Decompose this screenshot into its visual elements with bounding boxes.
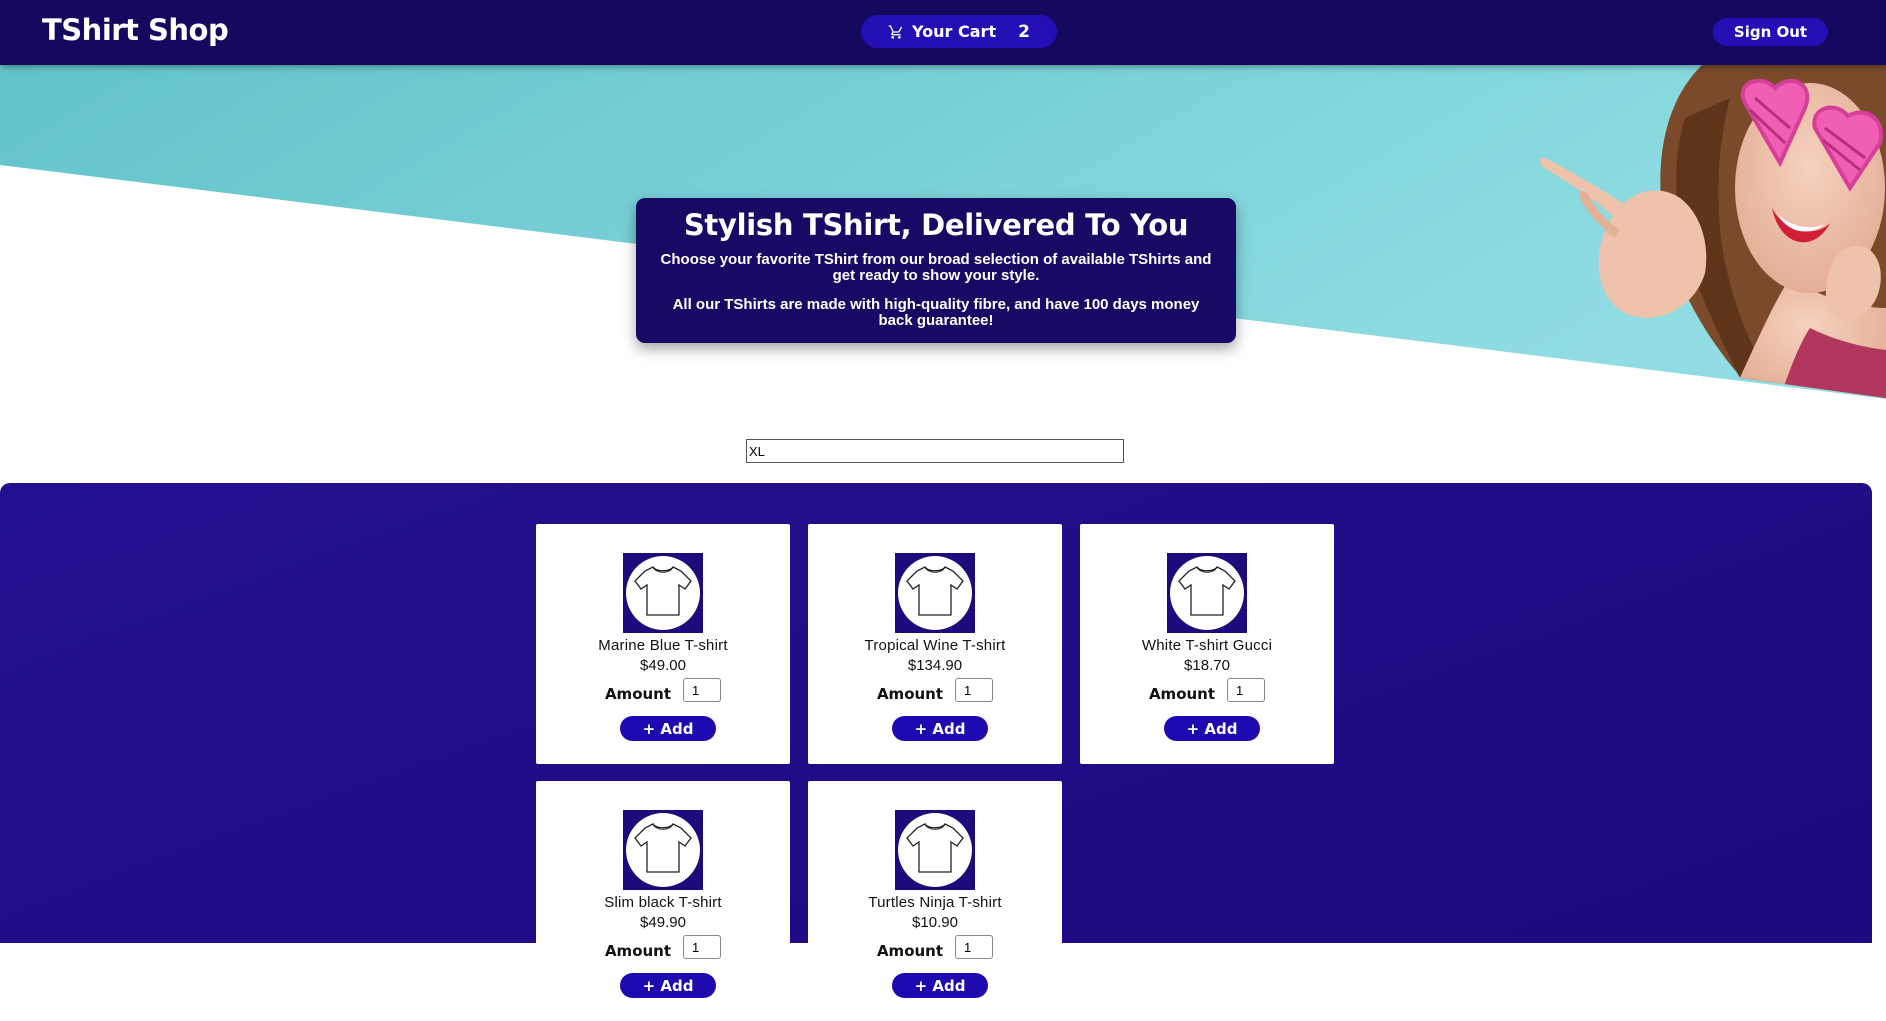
tshirt-thumbnail-icon (1167, 553, 1247, 633)
amount-label: Amount (876, 942, 944, 960)
tshirt-thumbnail-icon (895, 553, 975, 633)
product-card: Slim black T-shirt $49.90 Amount + Add (536, 781, 790, 1021)
shopping-cart-icon (888, 24, 903, 39)
product-card: Tropical Wine T-shirt $134.90 Amount + A… (808, 524, 1062, 764)
product-card: Marine Blue T-shirt $49.00 Amount + Add (536, 524, 790, 764)
hero-title: Stylish TShirt, Delivered To You (683, 208, 1189, 242)
brand-logo-text[interactable]: TShirt Shop (42, 13, 229, 47)
product-price: $10.90 (912, 914, 958, 931)
tshirt-thumbnail-icon (623, 553, 703, 633)
add-to-cart-button[interactable]: + Add (1164, 716, 1260, 741)
amount-label: Amount (604, 942, 672, 960)
amount-row: Amount (536, 677, 790, 703)
product-name: Slim black T-shirt (604, 894, 722, 911)
product-name: Turtles Ninja T-shirt (868, 894, 1002, 911)
product-name: Marine Blue T-shirt (598, 637, 728, 654)
hero-message-card: Stylish TShirt, Delivered To You Choose … (636, 198, 1236, 343)
cart-label: Your Cart (912, 22, 997, 41)
size-filter-input[interactable] (746, 439, 1124, 463)
add-to-cart-button[interactable]: + Add (892, 716, 988, 741)
amount-label: Amount (876, 685, 944, 703)
cart-count-badge: 2 (1018, 21, 1030, 42)
tshirt-thumbnail-icon (895, 810, 975, 890)
amount-row: Amount (536, 934, 790, 960)
amount-input[interactable] (683, 935, 722, 959)
amount-row: Amount (1080, 677, 1334, 703)
product-card: Turtles Ninja T-shirt $10.90 Amount + Ad… (808, 781, 1062, 1021)
amount-label: Amount (604, 685, 672, 703)
hero-description-2: All our TShirts are made with high-quali… (672, 296, 1200, 329)
add-to-cart-button[interactable]: + Add (620, 716, 716, 741)
product-price: $18.70 (1184, 657, 1230, 674)
product-card: White T-shirt Gucci $18.70 Amount + Add (1080, 524, 1334, 764)
cart-button[interactable]: Your Cart 2 (861, 15, 1057, 48)
product-name: White T-shirt Gucci (1141, 637, 1273, 654)
amount-label: Amount (1148, 685, 1216, 703)
add-to-cart-button[interactable]: + Add (892, 973, 988, 998)
tshirt-thumbnail-icon (623, 810, 703, 890)
amount-row: Amount (808, 677, 1062, 703)
product-name: Tropical Wine T-shirt (864, 637, 1006, 654)
amount-input[interactable] (1227, 678, 1266, 702)
sign-out-button[interactable]: Sign Out (1713, 18, 1828, 46)
top-nav-bar: TShirt Shop Your Cart 2 Sign Out (0, 0, 1886, 65)
amount-input[interactable] (955, 678, 994, 702)
hero-model-photo (1540, 58, 1886, 398)
product-price: $134.90 (907, 657, 963, 674)
add-to-cart-button[interactable]: + Add (620, 973, 716, 998)
amount-input[interactable] (683, 678, 722, 702)
product-price: $49.90 (640, 914, 686, 931)
amount-row: Amount (808, 934, 1062, 960)
amount-input[interactable] (955, 935, 994, 959)
product-price: $49.00 (640, 657, 686, 674)
hero-description-1: Choose your favorite TShirt from our bro… (660, 251, 1212, 284)
